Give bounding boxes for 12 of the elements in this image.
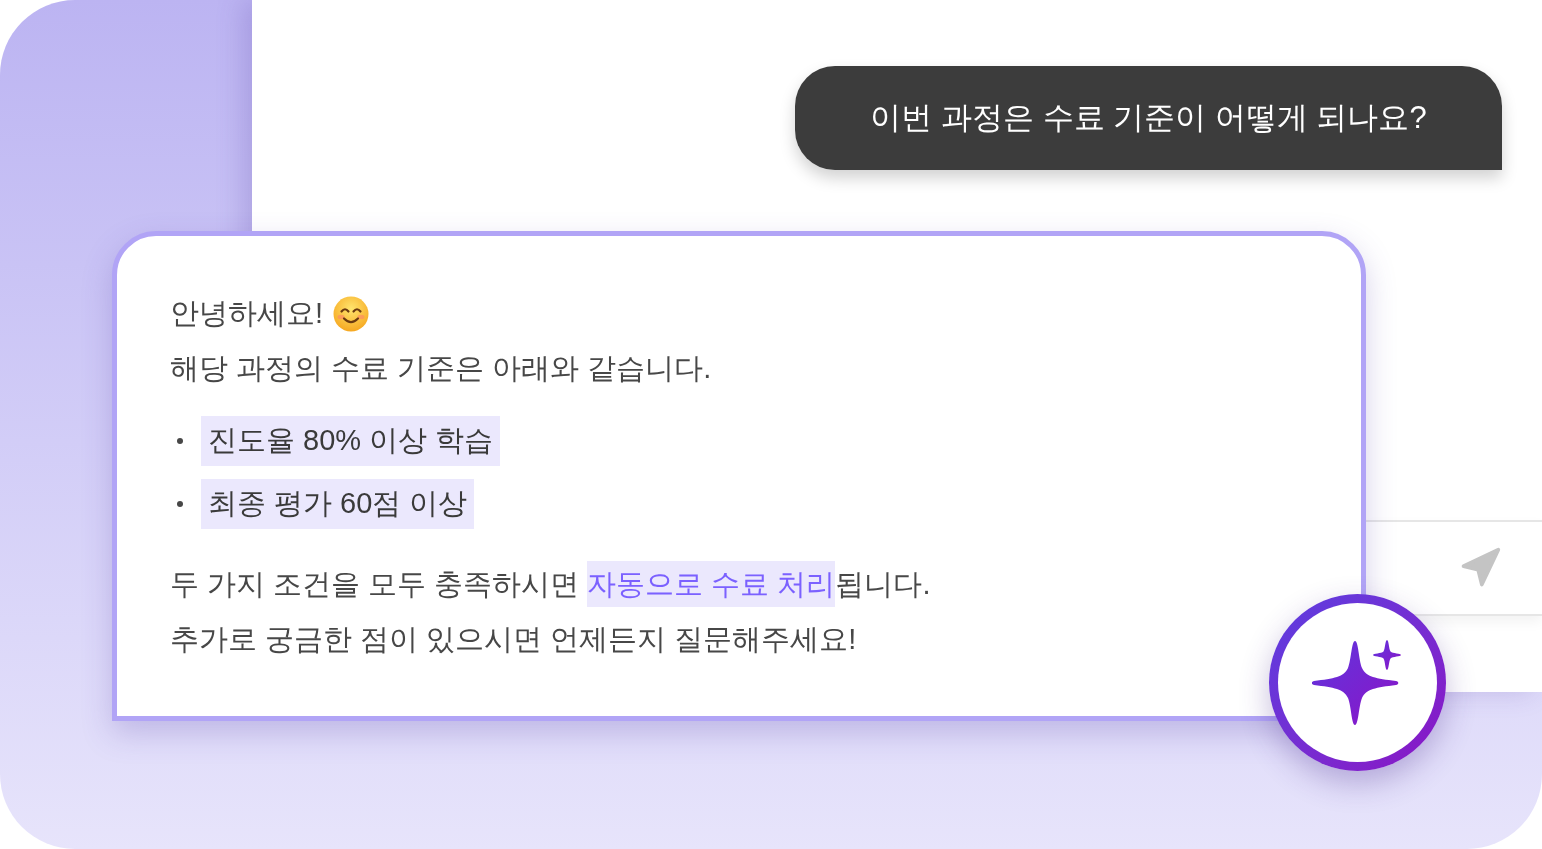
criteria-item: 최종 평가 60점 이상 — [201, 479, 475, 529]
user-message-bubble: 이번 과정은 수료 기준이 어떻게 되나요? — [795, 66, 1502, 170]
message-input-field[interactable] — [1366, 520, 1542, 616]
answer-text: 두 가지 조건을 모두 충족하시면 자동으로 수료 처리 됩니다. — [170, 557, 931, 612]
criteria-item: 진도율 80% 이상 학습 — [201, 416, 501, 466]
answer-text: 해당 과정의 수료 기준은 아래와 같습니다. — [170, 350, 712, 386]
bullet-icon — [177, 438, 183, 444]
smiling-face-icon — [333, 295, 370, 332]
answer-text: 안녕하세요! — [170, 295, 324, 331]
answer-text: 추가로 궁금한 점이 있으시면 언제든지 질문해주세요! — [170, 622, 857, 657]
bullet-icon — [177, 501, 183, 507]
sparkle-icon — [1312, 638, 1403, 727]
